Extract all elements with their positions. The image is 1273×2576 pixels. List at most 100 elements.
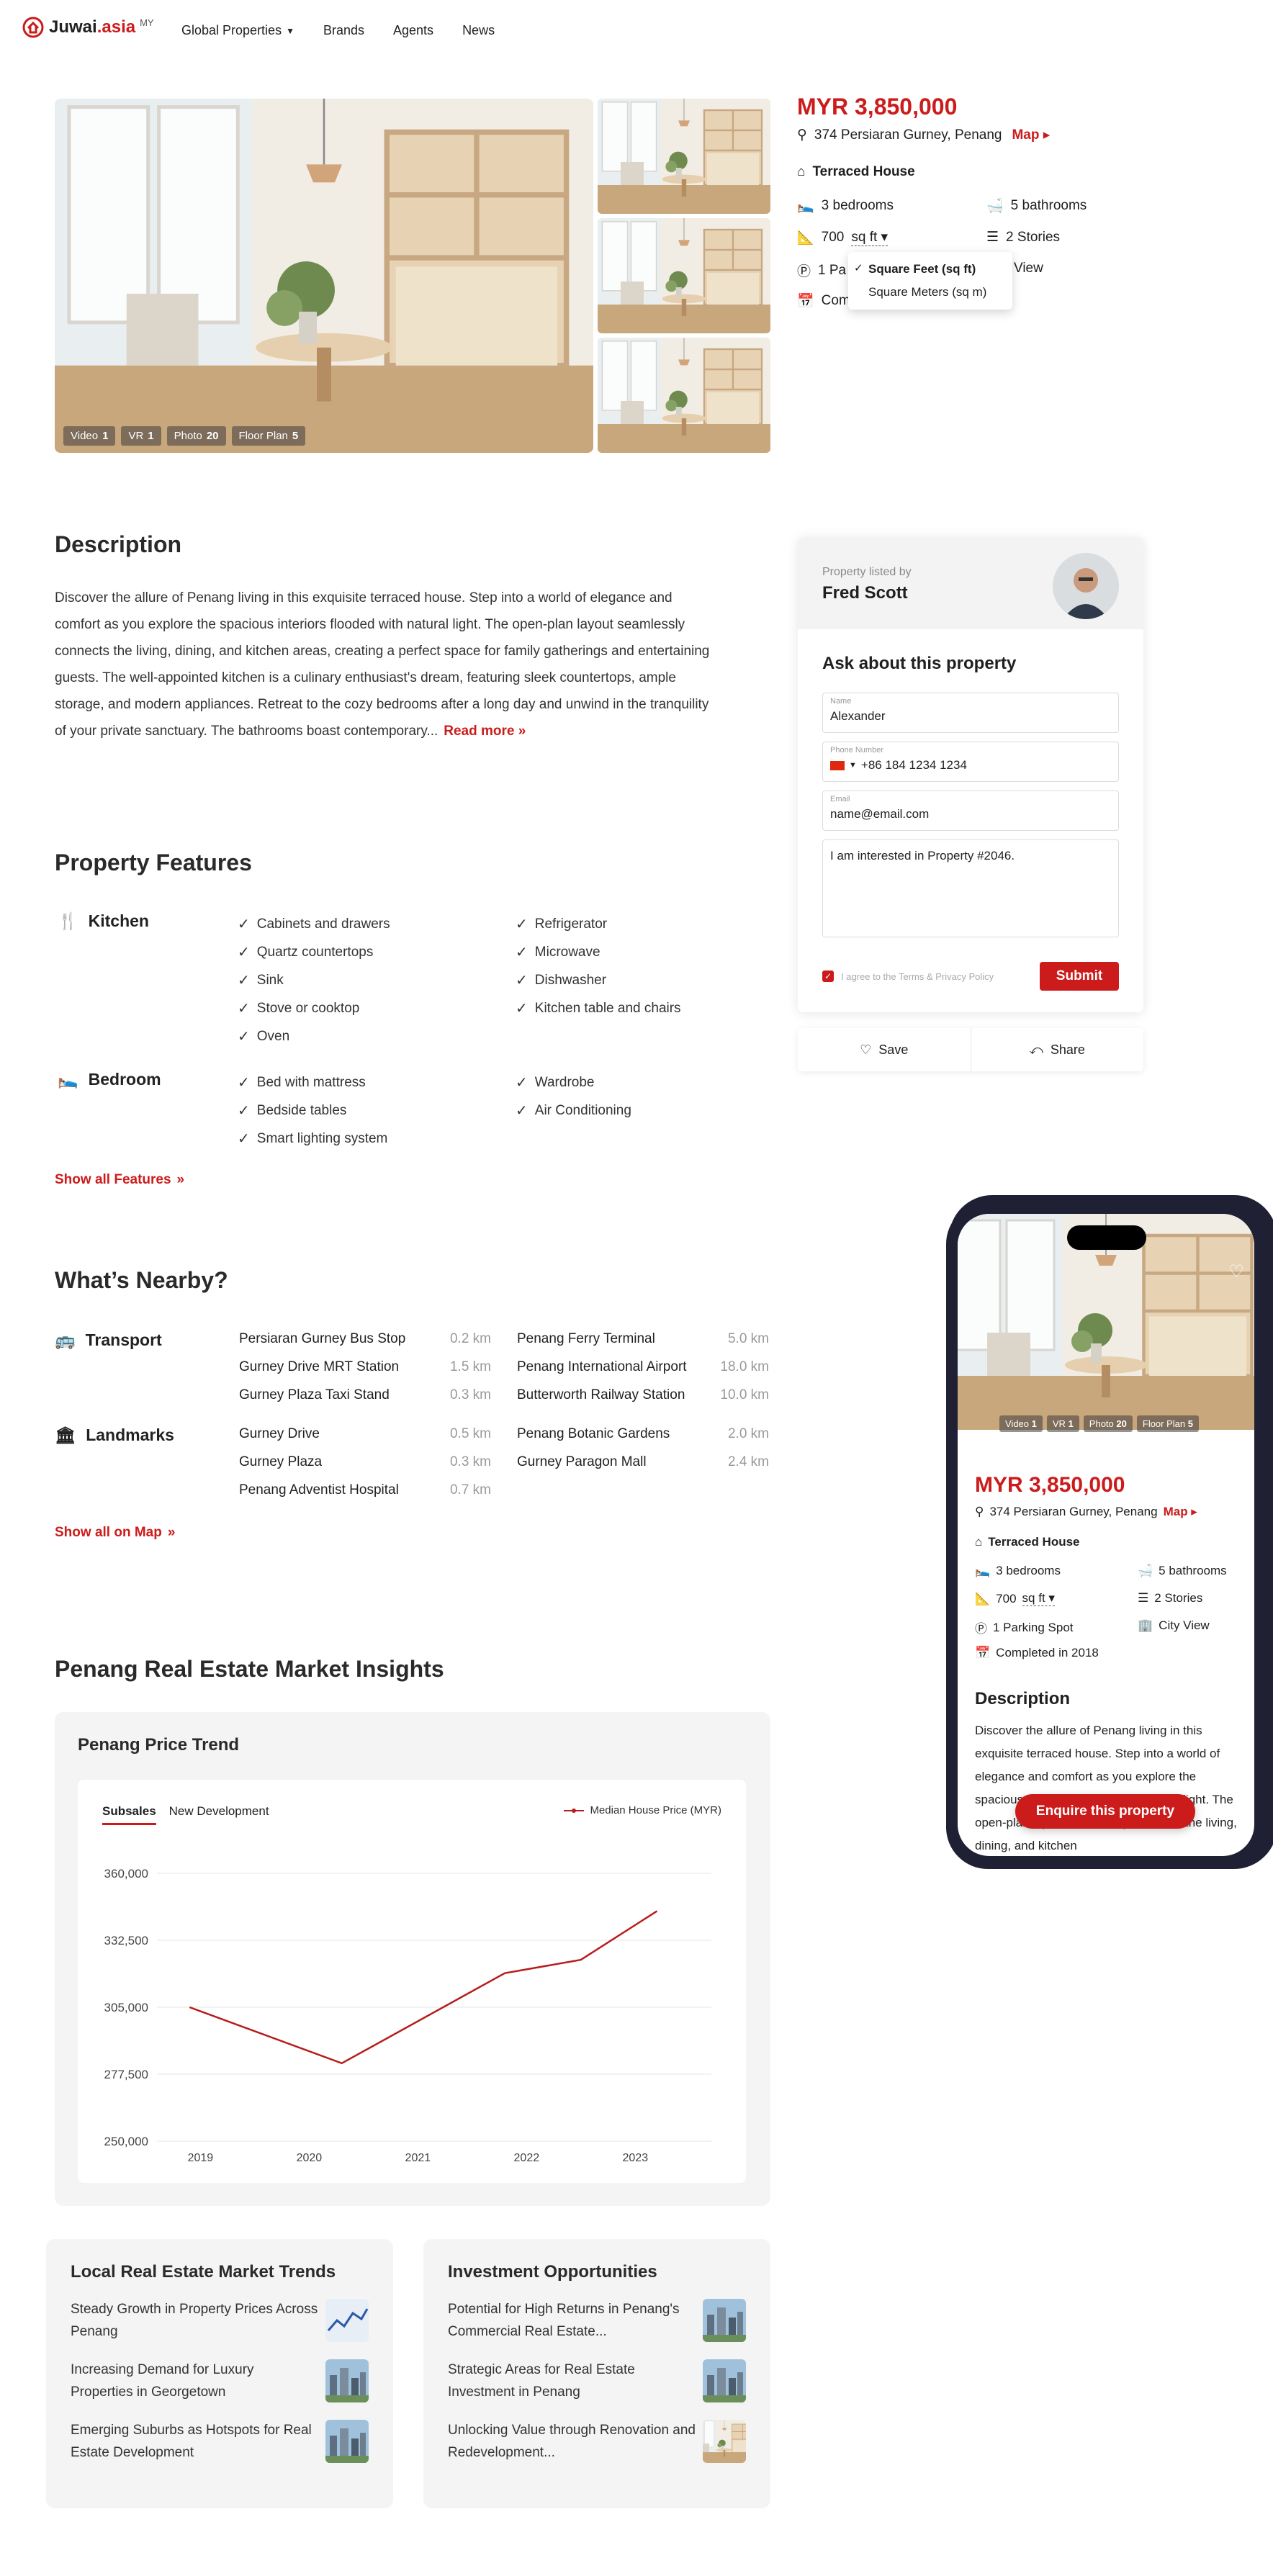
bedroom-features-col1: ✓ Bed with mattress ✓ Bedside tables ✓ Smar… [238,1068,387,1153]
china-flag-icon[interactable] [830,760,845,770]
feature-item: ✓ Sink [238,972,284,989]
email-field[interactable]: Email name@email.com [822,791,1119,831]
check-icon: ✓ [238,917,250,932]
unit-selector[interactable]: sq ft ▾ [851,229,889,246]
badge-floor-plan[interactable]: Floor Plan 5 [1136,1415,1199,1432]
spec-parking: Ⓟ 1 Parking Spot [975,1618,1074,1636]
ruler-icon: 📐 [975,1591,991,1606]
price-trend-chart: 360,000 332,500 305,000 277,500 250,000 2019 2… [104,1867,711,2164]
terms-checkbox[interactable]: ✓ [822,970,834,982]
gallery-thumb-3[interactable] [598,338,770,453]
badge-photo[interactable]: Photo 20 [1083,1415,1133,1432]
feature-item: ✓ Microwave [516,944,600,961]
badge-vr[interactable]: VR 1 [121,426,161,446]
investment-title: Investment Opportunities [448,2262,657,2282]
house-icon: ⌂ [975,1535,983,1549]
pin-icon: ⚲ [797,127,807,143]
nav-agents[interactable]: Agents [393,23,433,38]
unit-option-sqm[interactable]: Square Meters (sq m) [848,281,1012,304]
y-tick-label: 277,500 [104,2068,148,2081]
series-line [189,1910,658,2065]
feature-category-kitchen: 🍴 Kitchen [58,911,149,930]
back-arrow-icon[interactable]: ← [968,1264,984,1283]
listing-price: MYR 3,850,000 [797,94,958,120]
name-field[interactable]: Name Alexander [822,693,1119,733]
submit-button[interactable]: Submit [1040,962,1119,991]
show-all-on-map-link[interactable]: Show all on Map» [55,1525,175,1541]
heart-icon[interactable]: ♡ [1228,1261,1244,1282]
enquire-button[interactable]: Enquire this property [1015,1794,1195,1829]
check-icon: ✓ [238,973,250,988]
agent-name[interactable]: Fred Scott [822,583,908,603]
nearby-row: Penang Botanic Gardens 2.0 km [517,1426,769,1441]
share-button[interactable]: ⤺ Share [971,1028,1144,1071]
phone-media-badges: Video 1 VR 1 Photo 20 Floor Plan 5 [999,1415,1199,1432]
stairs-icon: ☰ [986,230,999,245]
feature-item: ✓ Refrigerator [516,916,608,933]
spec-completed: 📅 Completed in 2018 [975,1646,1099,1659]
read-more-link[interactable]: Read more » [444,724,526,739]
landmarks-col1: Gurney Drive 0.5 km Gurney Plaza 0.3 km Pe… [239,1420,491,1504]
transport-col1: Persiaran Gurney Bus Stop 0.2 km Gurney D… [239,1325,491,1409]
badge-floor-plan[interactable]: Floor Plan 5 [231,426,306,446]
gallery-thumb-2[interactable] [598,218,770,333]
investment-article[interactable]: Potential for High Returns in Penang's C… [448,2298,746,2343]
check-icon: ✓ [516,945,528,960]
unit-selector[interactable]: sq ft ▾ [1022,1591,1055,1606]
feature-item: ✓ Quartz countertops [238,944,374,961]
description-title: Description [55,531,182,557]
gallery-main-photo[interactable] [55,99,593,453]
spec-bathrooms: 🛁 5 bathrooms [986,198,1087,214]
show-all-features-link[interactable]: Show all Features» [55,1172,184,1188]
kitchen-features-col2: ✓ Refrigerator ✓ Microwave ✓ Dishwasher ✓ Ki… [516,910,681,1022]
kitchen-features-col1: ✓ Cabinets and drawers ✓ Quartz countertop… [238,910,390,1050]
badge-video[interactable]: Video 1 [999,1415,1043,1432]
logo-region: MY [140,17,154,28]
nearby-category-landmarks: 🏛 Landmarks [55,1426,174,1444]
phone-mockup: ← ♡ Video 1 VR 1 Photo 20 Floor Plan 5 M… [946,1202,1266,1869]
nav-news[interactable]: News [462,23,495,38]
nav-global-properties[interactable]: Global Properties ▼ [181,23,294,38]
site-logo[interactable]: Juwai.asia MY [22,16,154,39]
description-text: Discover the allure of Penang living in … [55,590,710,739]
phone-field[interactable]: Phone Number ▼ +86 184 1234 1234 [822,742,1119,782]
trend-article[interactable]: Increasing Demand for Luxury Properties … [71,2359,369,2403]
save-button[interactable]: ♡ Save [798,1028,971,1071]
investment-article[interactable]: Unlocking Value through Renovation and R… [448,2419,746,2464]
x-tick-label: 2022 [514,2152,540,2164]
trend-article[interactable]: Steady Growth in Property Prices Across … [71,2298,369,2343]
bus-icon: 🚌 [55,1330,76,1349]
pin-icon: ⚲ [975,1505,984,1518]
feature-item: ✓ Cabinets and drawers [238,916,390,933]
badge-video[interactable]: Video 1 [63,426,116,446]
investment-article[interactable]: Strategic Areas for Real Estate Investme… [448,2359,746,2403]
nav-brands[interactable]: Brands [323,23,364,38]
chevron-down-icon[interactable]: ▼ [849,761,857,770]
badge-vr[interactable]: VR 1 [1046,1415,1079,1432]
unit-dropdown: Square Feet (sq ft) Square Meters (sq m) [848,252,1012,310]
feature-item: ✓ Stove or cooktop [238,1000,360,1017]
nearby-row: Penang International Airport 18.0 km [517,1359,769,1374]
nearby-title: What’s Nearby? [55,1267,228,1293]
chart-title: Penang Price Trend [78,1735,240,1755]
feature-item: ✓ Smart lighting system [238,1130,388,1148]
tab-new-development[interactable]: New Development [169,1804,269,1825]
trend-article[interactable]: Emerging Suburbs as Hotspots for Real Es… [71,2419,369,2464]
tab-subsales[interactable]: Subsales [102,1804,156,1825]
spec-bathrooms: 🛁 5 bathrooms [1138,1564,1227,1577]
building-icon: 🏢 [1138,1618,1153,1632]
agent-avatar[interactable] [1053,553,1119,619]
parking-icon: Ⓟ [797,264,811,279]
bedroom-features-col2: ✓ Wardrobe ✓ Air Conditioning [516,1068,631,1125]
unit-option-sqft[interactable]: Square Feet (sq ft) [848,258,1012,281]
map-link[interactable]: Map ▸ [1012,127,1050,143]
badge-photo[interactable]: Photo 20 [166,426,226,446]
map-link[interactable]: Map ▸ [1164,1505,1197,1519]
parking-icon: Ⓟ [975,1622,987,1636]
gallery-thumb-1[interactable] [598,99,770,214]
logo-name: Juwai [49,17,97,37]
spec-view: 🏢 City View [1138,1618,1210,1632]
ruler-icon: 📐 [797,230,814,246]
message-field[interactable]: I am interested in Property #2046. [822,839,1119,937]
y-tick-label: 305,000 [104,2001,148,2014]
